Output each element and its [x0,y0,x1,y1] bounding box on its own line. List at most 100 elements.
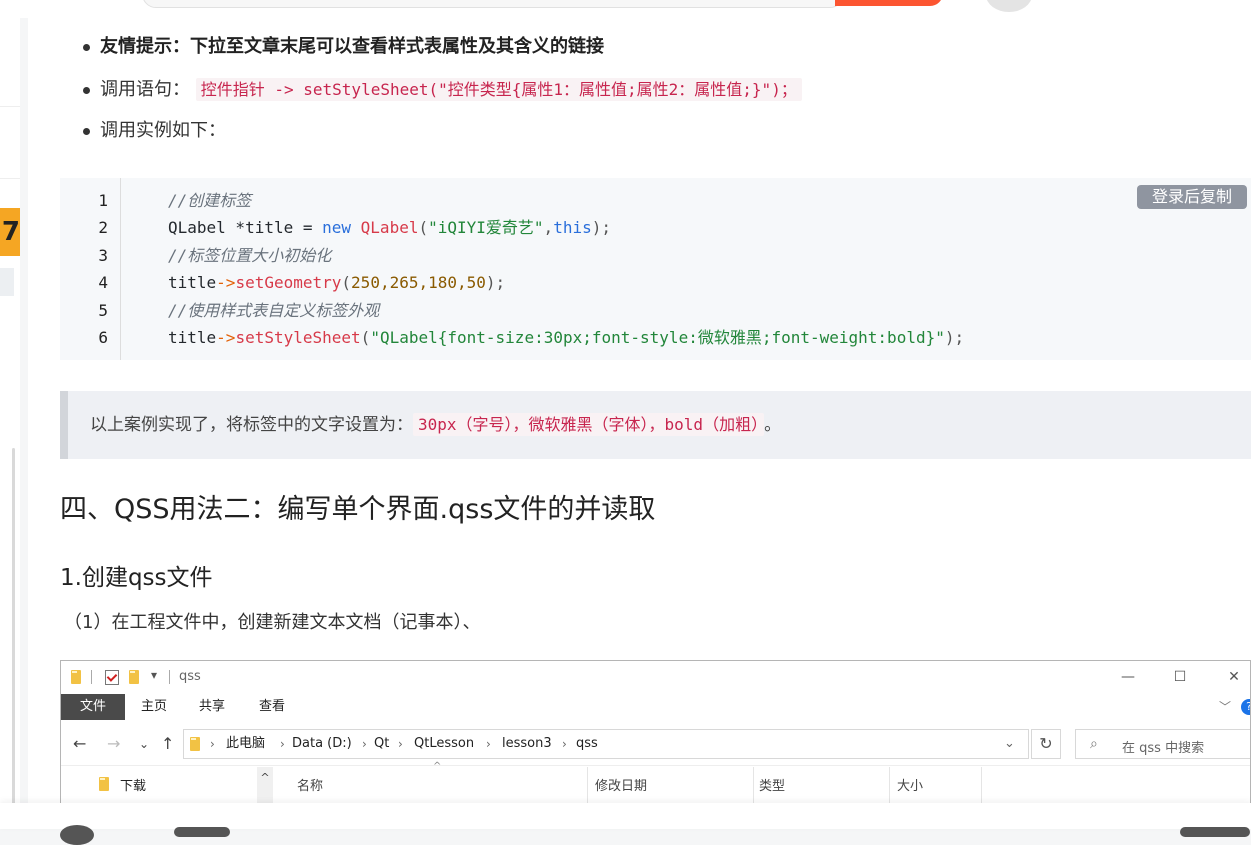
left-sidebar: 7 [0,18,20,829]
quote-text: 以上案例实现了，将标签中的文字设置为： 30px（字号），微软雅黑（字体），bol… [90,412,781,438]
column-size[interactable]: 大小 [897,775,923,794]
line-number: 2 [98,218,108,237]
sidebar-divider [0,106,20,107]
column-name[interactable]: 名称 [297,775,323,794]
breadcrumb-item[interactable]: Qt [374,735,389,753]
tip-text: 友情提示：下拉至文章末尾可以查看样式表属性及其含义的链接 [100,36,604,57]
code-block: 1 2 3 4 5 6 //创建标签 QLabel *title = new Q… [60,178,1251,360]
up-arrow-icon[interactable]: ↑ [161,733,174,755]
breadcrumb-item[interactable]: 此电脑 [226,735,265,753]
sidebar-badge[interactable]: 7 [0,208,20,256]
column-divider[interactable] [889,767,890,803]
chevron-right-icon[interactable]: › [280,735,285,753]
top-search-input[interactable] [142,0,844,8]
code-comment: //标签位置大小初始化 [168,246,332,265]
chevron-down-icon[interactable]: ﹀ [1219,698,1231,715]
chevron-right-icon[interactable]: › [210,735,215,753]
tab-view[interactable]: 查看 [245,694,299,720]
line-number: 5 [98,301,108,320]
folder-icon [71,670,81,684]
recent-dropdown-icon[interactable]: ⌄ [139,733,149,755]
code-punct: ); [485,273,506,292]
top-search-button[interactable] [835,0,943,6]
line-number: 4 [98,273,108,292]
call-inline-code: 控件指针 -> setStyleSheet("控件类型{属性1：属性值;属性2：… [195,78,802,101]
maximize-icon[interactable]: ☐ [1165,665,1195,689]
breadcrumb-item[interactable]: QtLesson [414,735,474,753]
code-numbers: 250,265,180,50 [351,273,486,292]
ribbon-tabs: 文件 主页 共享 查看 ﹀ ? [61,694,1250,720]
column-divider[interactable] [981,767,982,803]
code-punct: ); [944,328,965,347]
breadcrumb-item[interactable]: Data (D:) [292,735,352,753]
line-number: 3 [98,246,108,265]
title-separator [169,670,170,684]
bullet-call-syntax: 调用语句： 控件指针 -> setStyleSheet("控件类型{属性1：属性… [83,77,802,103]
properties-check-icon[interactable] [105,670,119,685]
refresh-icon[interactable]: ↻ [1031,729,1061,759]
code-line-4: title->setGeometry(250,265,180,50); [168,269,505,296]
nav-item-label: 下载 [120,779,147,794]
bottom-toolbar [0,803,1251,845]
code-punct: ); [591,218,611,237]
tab-share[interactable]: 共享 [185,694,239,720]
back-arrow-icon[interactable]: ← [73,733,86,755]
copy-code-button[interactable]: 登录后复制 [1137,185,1247,209]
bullet-dot [83,44,90,51]
top-navbar [0,0,1251,18]
quick-access-dropdown-icon[interactable]: ▾ [151,668,157,682]
line-number: 1 [98,191,108,210]
tab-home[interactable]: 主页 [127,694,181,720]
sort-caret-icon: ^ [433,761,442,772]
forward-arrow-icon[interactable]: → [107,733,120,755]
code-type: QLabel [168,218,226,237]
code-object: title [168,273,217,292]
minimize-icon[interactable]: — [1113,665,1143,689]
breadcrumb-item[interactable]: lesson3 [502,735,552,753]
code-punct: ( [418,218,429,237]
column-type[interactable]: 类型 [759,775,785,794]
chevron-right-icon[interactable]: › [562,735,567,753]
search-input[interactable]: ⌕ 在 qss 中搜索 [1075,729,1250,759]
user-avatar[interactable] [986,0,1032,12]
code-line-3: //标签位置大小初始化 [168,242,331,269]
chevron-down-icon[interactable]: ⌄ [1004,735,1015,753]
sidebar-item[interactable] [0,268,14,296]
column-divider[interactable] [753,767,754,803]
code-function: setStyleSheet [235,328,361,347]
code-arrow: -> [216,273,236,292]
code-keyword: this [553,218,592,237]
column-divider[interactable] [587,767,588,803]
section-heading: 四、QSS用法二：编写单个界面.qss文件的并读取 [60,494,656,525]
code-keyword: new [322,218,352,237]
bullet-dot [83,87,90,94]
call-prefix: 调用语句： [100,79,190,100]
example-text: 调用实例如下： [100,120,226,141]
chevron-right-icon[interactable]: › [486,735,491,753]
sidebar-divider [0,178,20,179]
line-number: 6 [98,328,108,347]
address-input[interactable]: › 此电脑 › Data (D:) › Qt › QtLesson › less… [183,729,1029,759]
column-date[interactable]: 修改日期 [595,775,647,794]
close-icon[interactable]: ✕ [1219,665,1249,689]
bullet-tip: 友情提示：下拉至文章末尾可以查看样式表属性及其含义的链接 [83,34,604,60]
new-folder-icon[interactable] [129,670,139,684]
code-comment: //创建标签 [168,191,252,210]
search-placeholder: 在 qss 中搜索 [1122,741,1205,756]
author-avatar[interactable] [60,825,94,845]
subsection-heading: 1.创建qss文件 [60,565,213,591]
chevron-right-icon[interactable]: › [362,735,367,753]
quote-inline-code: 30px（字号），微软雅黑（字体），bold（加粗） [413,413,765,436]
paragraph: （1）在工程文件中，创建新建文本文档（记事本）、 [64,612,481,633]
breadcrumb-item[interactable]: qss [576,735,598,753]
help-icon[interactable]: ? [1241,699,1250,715]
address-bar-row: ← → ⌄ ↑ › 此电脑 › Data (D:) › Qt › QtLesso… [61,723,1250,766]
search-icon: ⌕ [1090,736,1098,752]
tab-file[interactable]: 文件 [61,694,125,720]
code-punct: ( [360,328,371,347]
nav-scroll-up-icon[interactable]: ^ [257,767,273,803]
sidebar-scrollbar[interactable] [12,448,15,818]
chevron-right-icon[interactable]: › [398,735,403,753]
code-punct: ( [341,273,352,292]
code-function: setGeometry [235,273,342,292]
